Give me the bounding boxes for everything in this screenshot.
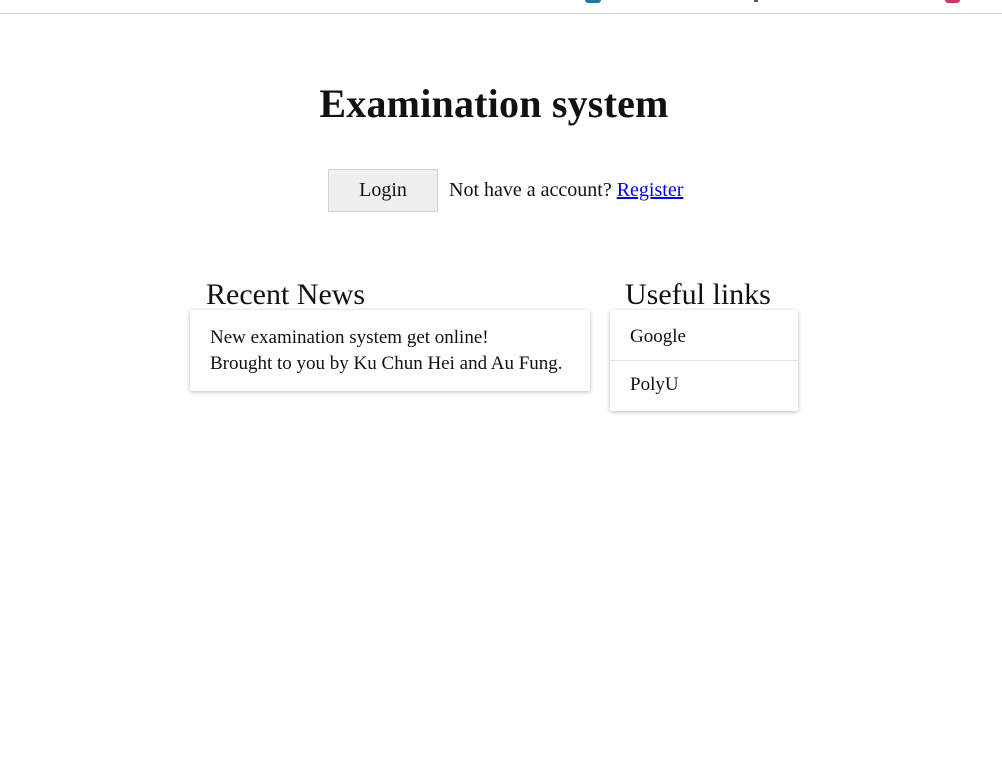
news-card: New examination system get online! Broug…	[190, 310, 590, 391]
tab-icon-fragment	[754, 0, 758, 2]
link-item-polyu[interactable]: PolyU	[610, 360, 798, 410]
useful-links-card: Google PolyU	[610, 310, 798, 411]
useful-links-heading: Useful links	[625, 278, 771, 311]
recent-news-heading: Recent News	[206, 278, 366, 311]
login-button[interactable]: Login	[328, 169, 438, 212]
link-item-google[interactable]: Google	[610, 310, 798, 360]
page-title: Examination system	[319, 81, 669, 126]
news-item-body: Brought to you by Ku Chun Hei and Au Fun…	[210, 353, 563, 374]
browser-top-strip	[0, 0, 1002, 14]
news-item-title: New examination system get online!	[210, 327, 489, 348]
tab-icon-fragment	[585, 0, 601, 3]
tab-icon-fragment	[945, 0, 960, 3]
auth-row: Login Not have a account? Register	[328, 169, 683, 212]
register-prompt-text: Not have a account?	[449, 179, 612, 201]
register-prompt: Not have a account? Register	[449, 179, 683, 202]
register-link[interactable]: Register	[617, 179, 684, 201]
